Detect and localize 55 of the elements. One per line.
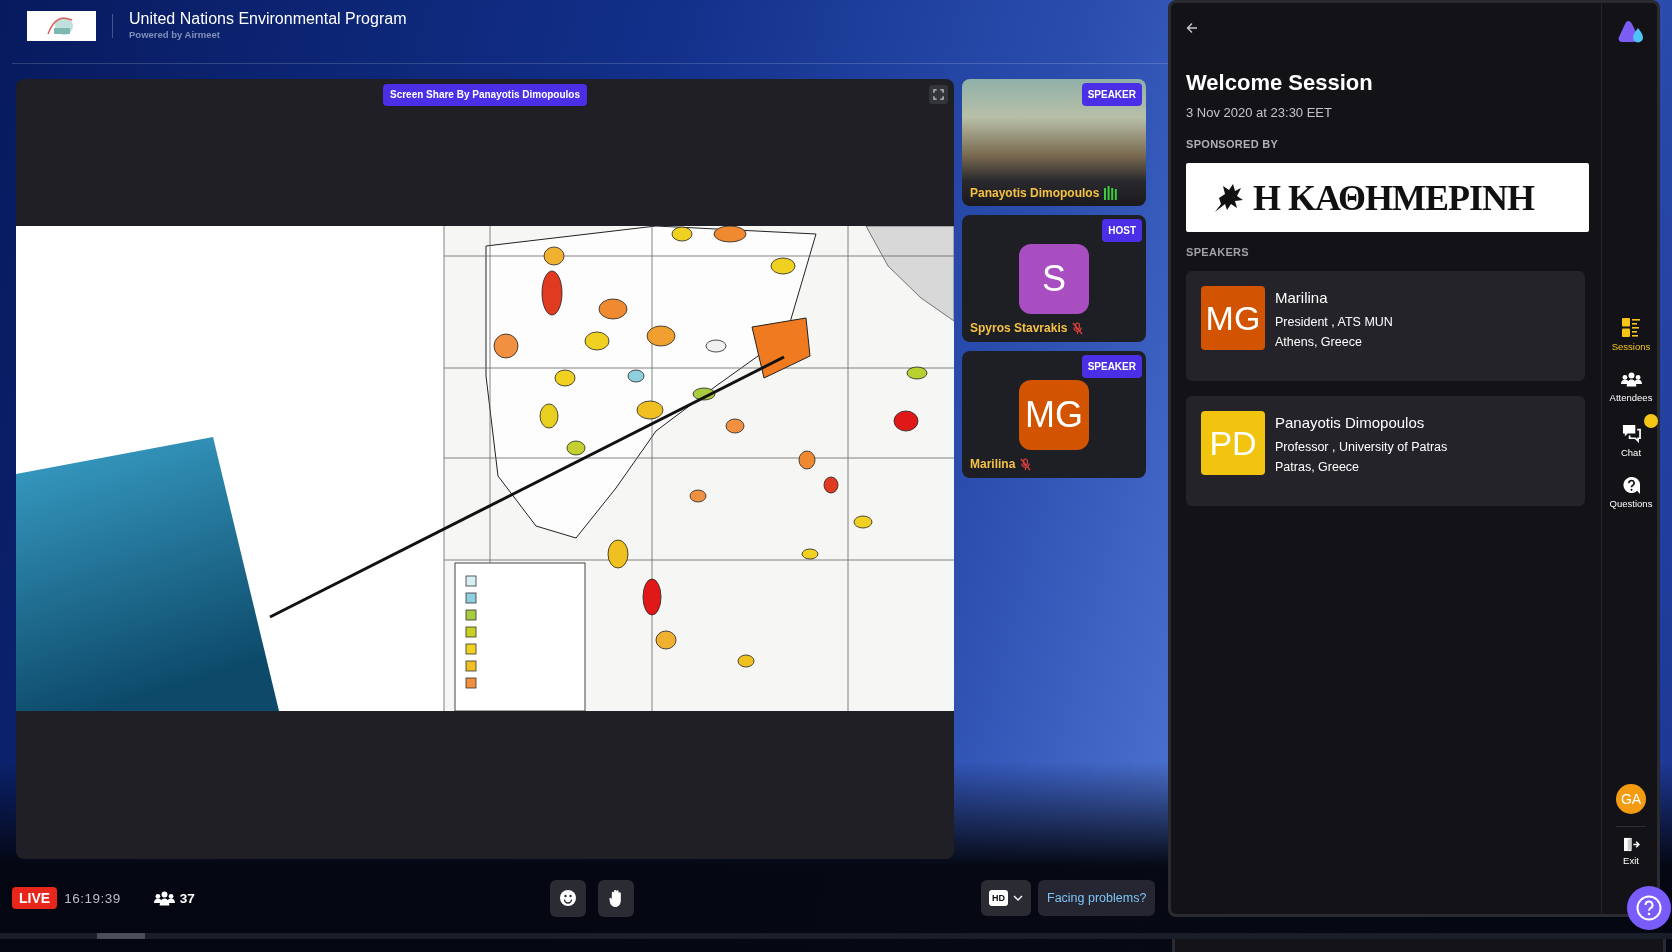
chat-icon (1621, 424, 1641, 443)
speaker-avatar: PD (1201, 411, 1265, 475)
scrollbar-thumb[interactable] (97, 933, 145, 939)
role-label: HOST (1102, 219, 1142, 242)
speaker-title: President , ATS MUN (1275, 314, 1393, 331)
sidebar-tab[interactable]: Questions (1601, 467, 1661, 520)
sponsor-name: Η ΚΑΘΗΜΕΡΙΝΗ (1253, 176, 1534, 219)
scrollbar[interactable] (0, 933, 1672, 939)
participant-avatar: S (1019, 244, 1089, 314)
session-title: Welcome Session (1186, 70, 1373, 96)
session-clock: 16:19:39 (64, 890, 121, 906)
sponsored-by-heading: SPONSORED BY (1186, 137, 1279, 152)
speaker-avatar: MG (1201, 286, 1265, 350)
speaker-name: Marilina (1275, 288, 1329, 308)
powered-by-text: Powered by Airmeet (129, 29, 221, 41)
participant-avatar: MG (1019, 380, 1089, 450)
logo-icon (1618, 20, 1644, 44)
sidebar-tab[interactable]: Sessions (1601, 308, 1661, 361)
raise-hand-button[interactable] (598, 879, 634, 917)
back-arrow-icon[interactable] (1186, 22, 1198, 34)
speaker-title: Professor , University of Patras (1275, 439, 1448, 456)
sidebar-tab[interactable]: Chat (1601, 414, 1661, 467)
facing-problems-button[interactable]: Facing problems? (1038, 880, 1156, 916)
hand-icon (608, 888, 624, 908)
participant-name: Marilina (970, 457, 1016, 471)
hd-badge: HD (989, 890, 1008, 906)
help-icon (1636, 895, 1662, 921)
session-datetime: 3 Nov 2020 at 23:30 EET (1186, 104, 1332, 121)
question-icon (1622, 477, 1640, 494)
participant-name: Panayotis Dimopoulos (970, 186, 1100, 200)
participant-name: Spyros Stavrakis (970, 321, 1068, 335)
attendee-count: 37 (179, 890, 195, 906)
exit-icon (1622, 837, 1640, 852)
role-label: SPEAKER (1081, 355, 1142, 378)
smiley-icon (560, 890, 576, 906)
screen-share-label: Screen Share By Panayotis Dimopoulos (382, 84, 588, 106)
caret-icon (1013, 895, 1023, 901)
speaker-name: Panayotis Dimopoulos (1275, 413, 1426, 433)
help-button[interactable] (1627, 886, 1671, 930)
live-badge: LIVE (12, 887, 58, 909)
fullscreen-button[interactable] (929, 85, 948, 104)
speaker-location: Athens, Greece (1275, 334, 1363, 351)
people-icon (1620, 371, 1642, 388)
role-label: SPEAKER (1081, 83, 1142, 106)
people-icon (153, 889, 175, 907)
speaker-location: Patras, Greece (1275, 459, 1361, 476)
reaction-button[interactable] (550, 879, 586, 917)
event-title: United Nations Environmental Program (129, 9, 407, 28)
fullscreen-icon (933, 89, 944, 100)
speakers-heading: SPEAKERS (1186, 245, 1249, 260)
video-quality-button[interactable]: HD (981, 880, 1031, 916)
exit-button[interactable]: Exit (1622, 837, 1640, 866)
sidebar-tab[interactable]: Attendees (1601, 361, 1661, 414)
event-logo (27, 11, 96, 41)
list-icon (1622, 318, 1640, 337)
